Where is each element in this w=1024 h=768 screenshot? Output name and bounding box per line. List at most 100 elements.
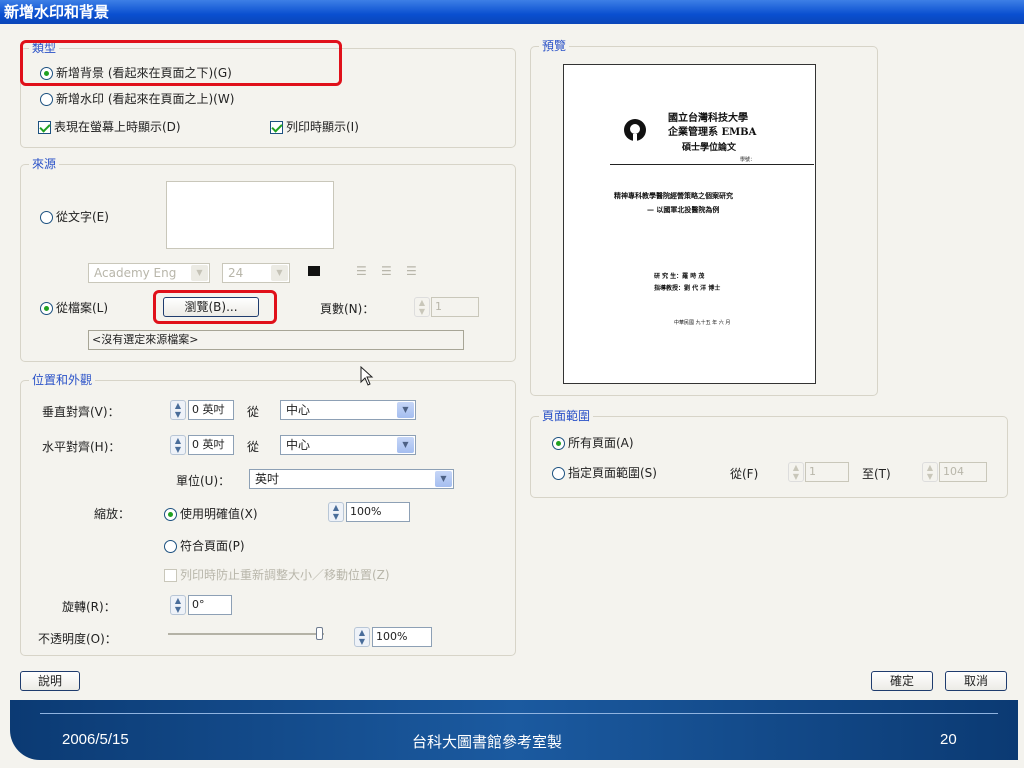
chevron-down-icon: ▼ (397, 402, 414, 418)
horizontal-align-select[interactable]: 中心 ▼ (280, 435, 416, 455)
preview-school-line1: 國立台灣科技大學 (668, 113, 748, 124)
preview-topic-line2: — 以國軍北投醫院為例 (647, 205, 720, 214)
scale-spinner[interactable]: ▲ ▼ (328, 502, 344, 522)
highlight-background-option (20, 40, 342, 86)
preview-divider (610, 164, 814, 165)
pages-spinner[interactable]: ▲ ▼ (414, 297, 430, 317)
radio-specified-indicator[interactable] (552, 467, 565, 480)
opacity-field[interactable]: 100% (372, 627, 432, 647)
chevron-down-icon: ▼ (271, 265, 288, 281)
range-to-spinner[interactable]: ▲ ▼ (922, 462, 938, 482)
unit-value: 英吋 (255, 472, 280, 486)
radio-specified-label: 指定頁面範圍(S) (568, 466, 657, 480)
vertical-align-select[interactable]: 中心 ▼ (280, 400, 416, 420)
horizontal-align-value: 中心 (286, 438, 311, 452)
ok-button[interactable]: 確定 (871, 671, 933, 691)
footer-divider (40, 713, 998, 714)
opacity-spinner[interactable]: ▲ ▼ (354, 627, 370, 647)
vertical-spinner[interactable]: ▲ ▼ (170, 400, 186, 420)
range-from-label: 從(F) (730, 467, 759, 481)
horizontal-from-label: 從 (247, 440, 260, 454)
show-on-screen-label: 表現在螢幕上時顯示(D) (54, 120, 181, 134)
preview-group-title: 預覽 (539, 39, 570, 53)
radio-all-pages-label: 所有頁面(A) (568, 436, 634, 450)
radio-add-watermark-label: 新增水印 (看起來在頁面之上)(W) (56, 92, 235, 106)
preview-school-line2: 企業管理系 EMBA (668, 127, 757, 138)
show-on-screen-check[interactable] (38, 121, 51, 134)
chevron-down-icon: ▼ (397, 437, 414, 453)
radio-explicit-indicator[interactable] (164, 508, 177, 521)
unit-select[interactable]: 英吋 ▼ (249, 469, 454, 489)
align-left-icon[interactable]: ☰ (356, 264, 367, 278)
opacity-slider-thumb[interactable] (316, 627, 323, 640)
university-logo-icon (624, 119, 646, 142)
show-on-print-checkbox[interactable]: 列印時顯示(I) (270, 118, 359, 135)
chevron-down-icon: ▼ (435, 471, 452, 487)
font-select-value: Academy Eng (94, 266, 177, 280)
vertical-offset-field[interactable]: 0 英吋 (188, 400, 234, 420)
radio-fit-page[interactable]: 符合頁面(P) (164, 537, 245, 554)
range-from-spinner[interactable]: ▲ ▼ (788, 462, 804, 482)
preview-thesis-type: 碩士學位論文 (682, 143, 737, 153)
color-swatch-icon[interactable] (308, 266, 320, 276)
radio-add-watermark[interactable]: 新增水印 (看起來在頁面之上)(W) (40, 90, 234, 107)
range-to-field[interactable]: 104 (939, 462, 987, 482)
radio-all-pages-indicator[interactable] (552, 437, 565, 450)
radio-fit-page-indicator[interactable] (164, 540, 177, 553)
file-status-field: <沒有選定來源檔案> (88, 330, 464, 350)
preview-date: 中華民國 九十五 年 六 月 (674, 320, 731, 326)
slide-footer: 2006/5/15 台科大圖書館參考室製 20 (10, 700, 1018, 760)
radio-fit-page-label: 符合頁面(P) (180, 539, 245, 553)
preview-page: 國立台灣科技大學 企業管理系 EMBA 碩士學位論文 學號： 精神專科教學醫院經… (563, 64, 816, 384)
source-group-title: 來源 (29, 157, 60, 171)
page-range-group: 頁面範圍 (530, 409, 1008, 498)
rotation-spinner[interactable]: ▲ ▼ (170, 595, 186, 615)
align-right-icon[interactable]: ☰ (406, 264, 417, 278)
rotation-field[interactable]: 0° (188, 595, 232, 615)
radio-from-text-label: 從文字(E) (56, 210, 109, 224)
radio-explicit-label: 使用明確值(X) (180, 507, 258, 521)
opacity-slider-track[interactable] (168, 633, 324, 635)
range-from-field[interactable]: 1 (805, 462, 849, 482)
scale-field[interactable]: 100% (346, 502, 410, 522)
prevent-resize-check[interactable] (164, 569, 177, 582)
vertical-label: 垂直對齊(V)： (42, 405, 120, 419)
footer-center-text: 台科大圖書館參考室製 (412, 733, 563, 751)
horizontal-offset-field[interactable]: 0 英吋 (188, 435, 234, 455)
radio-from-file[interactable]: 從檔案(L) (40, 299, 108, 316)
highlight-browse (153, 290, 277, 324)
align-center-icon[interactable]: ☰ (381, 264, 392, 278)
radio-from-file-indicator[interactable] (40, 302, 53, 315)
vertical-from-label: 從 (247, 405, 260, 419)
radio-from-text[interactable]: 從文字(E) (40, 208, 109, 225)
prevent-resize-label: 列印時防止重新調整大小／移動位置(Z) (180, 568, 390, 582)
preview-student-id: 學號： (740, 157, 756, 163)
radio-add-watermark-indicator[interactable] (40, 93, 53, 106)
vertical-align-value: 中心 (286, 403, 311, 417)
rotation-label: 旋轉(R)： (62, 600, 116, 614)
preview-author: 研 究 生：羅 時 茂 (654, 273, 705, 280)
page-range-group-title: 頁面範圍 (539, 409, 594, 423)
opacity-label: 不透明度(O)： (38, 632, 117, 646)
font-size-value: 24 (228, 266, 244, 280)
radio-explicit-value[interactable]: 使用明確值(X) (164, 505, 258, 522)
prevent-resize-checkbox[interactable]: 列印時防止重新調整大小／移動位置(Z) (164, 566, 390, 583)
show-on-print-check[interactable] (270, 121, 283, 134)
show-on-screen-checkbox[interactable]: 表現在螢幕上時顯示(D) (38, 118, 181, 135)
cancel-button[interactable]: 取消 (945, 671, 1007, 691)
help-button[interactable]: 說明 (20, 671, 80, 691)
text-source-area[interactable] (166, 181, 334, 249)
radio-specified-range[interactable]: 指定頁面範圍(S) (552, 464, 657, 481)
chevron-down-icon: ▼ (191, 265, 208, 281)
preview-advisor: 指導教授：劉 代 洋 博士 (654, 285, 721, 292)
unit-label: 單位(U)： (176, 474, 231, 488)
footer-date: 2006/5/15 (62, 731, 129, 748)
font-select[interactable]: Academy Eng ▼ (88, 263, 210, 283)
horizontal-spinner[interactable]: ▲ ▼ (170, 435, 186, 455)
pages-field[interactable]: 1 (431, 297, 479, 317)
radio-all-pages[interactable]: 所有頁面(A) (552, 434, 634, 451)
horizontal-label: 水平對齊(H)： (42, 440, 121, 454)
radio-from-text-indicator[interactable] (40, 211, 53, 224)
font-size-select[interactable]: 24 ▼ (222, 263, 290, 283)
range-to-label: 至(T) (862, 467, 891, 481)
